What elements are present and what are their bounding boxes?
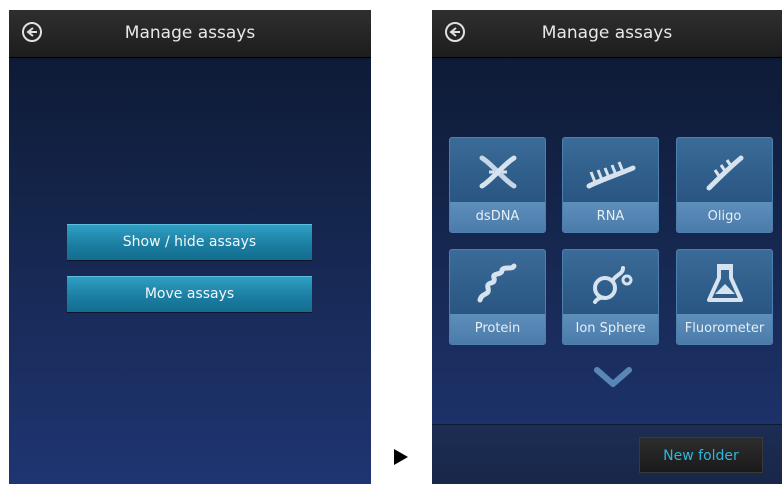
show-hide-assays-button[interactable]: Show / hide assays <box>67 224 312 260</box>
tile-label: Fluorometer <box>677 314 772 344</box>
triangle-right-icon <box>394 449 408 465</box>
page-title: Manage assays <box>541 23 673 43</box>
tile-ion-sphere[interactable]: Ion Sphere <box>562 249 659 345</box>
left-screen: Manage assays Show / hide assays Move as… <box>9 10 371 484</box>
bottom-bar: New folder <box>432 424 782 484</box>
tile-rna[interactable]: RNA <box>562 137 659 233</box>
tile-label: Ion Sphere <box>563 314 658 344</box>
tile-dsdna[interactable]: dsDNA <box>449 137 546 233</box>
back-arrow-circle-icon[interactable] <box>445 22 465 42</box>
tile-label: Protein <box>450 314 545 344</box>
oligo-strand-icon <box>706 155 743 191</box>
tile-oligo[interactable]: Oligo <box>676 137 773 233</box>
move-assays-button[interactable]: Move assays <box>67 276 312 312</box>
right-screen: Manage assays dsDNA RNA Oligo Protein Io… <box>432 10 782 484</box>
tile-label: RNA <box>563 202 658 232</box>
ion-sphere-icon <box>592 266 632 304</box>
chevron-down-icon[interactable] <box>593 366 633 388</box>
tile-protein[interactable]: Protein <box>449 249 546 345</box>
tile-fluorometer[interactable]: Fluorometer <box>676 249 773 345</box>
back-arrow-circle-icon[interactable] <box>22 22 42 42</box>
tile-label: Oligo <box>677 202 772 232</box>
tile-label: dsDNA <box>450 202 545 232</box>
title-bar: Manage assays <box>432 10 782 58</box>
new-folder-button[interactable]: New folder <box>639 437 763 473</box>
rna-strand-icon <box>586 161 635 189</box>
protein-coil-icon <box>477 263 516 303</box>
page-title: Manage assays <box>124 23 256 43</box>
fluorometer-flask-icon <box>706 264 743 302</box>
title-bar: Manage assays <box>9 10 371 58</box>
dsdna-helix-icon <box>479 155 516 189</box>
